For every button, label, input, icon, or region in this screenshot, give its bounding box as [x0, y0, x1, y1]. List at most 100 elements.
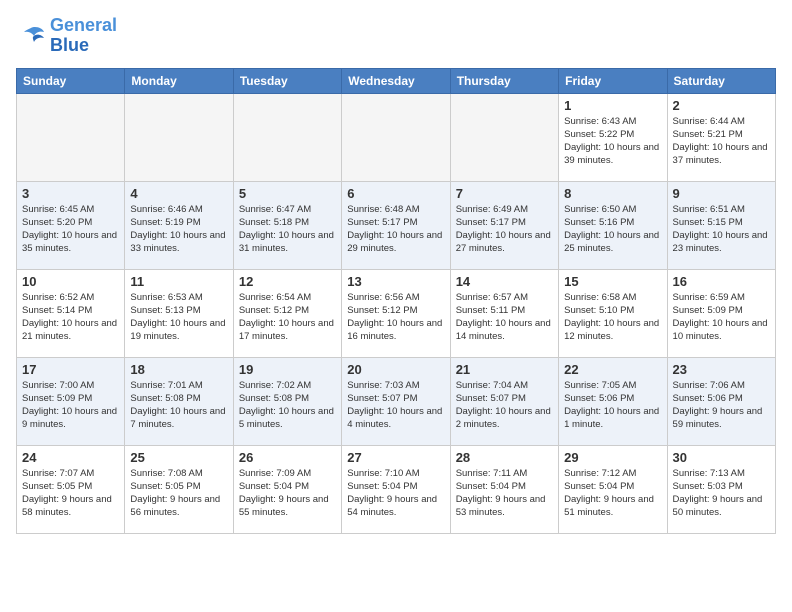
day-number: 17 [22, 362, 119, 377]
calendar-day-cell [233, 93, 341, 181]
day-info: Sunrise: 6:50 AM Sunset: 5:16 PM Dayligh… [564, 203, 661, 256]
calendar-day-cell [450, 93, 558, 181]
day-number: 22 [564, 362, 661, 377]
day-info: Sunrise: 6:48 AM Sunset: 5:17 PM Dayligh… [347, 203, 444, 256]
calendar-day-cell: 2 Sunrise: 6:44 AM Sunset: 5:21 PM Daylig… [667, 93, 775, 181]
weekday-header: Saturday [667, 68, 775, 93]
calendar-day-cell: 17 Sunrise: 7:00 AM Sunset: 5:09 PM Dayli… [17, 357, 125, 445]
day-number: 14 [456, 274, 553, 289]
calendar-day-cell: 9Sunrise: 6:51 AM Sunset: 5:15 PM Daylig… [667, 181, 775, 269]
calendar-week-row: 17 Sunrise: 7:00 AM Sunset: 5:09 PM Dayli… [17, 357, 776, 445]
weekday-header: Wednesday [342, 68, 450, 93]
calendar-day-cell: 7 Sunrise: 6:49 AM Sunset: 5:17 PM Daylig… [450, 181, 558, 269]
day-number: 29 [564, 450, 661, 465]
weekday-header: Thursday [450, 68, 558, 93]
day-number: 5 [239, 186, 336, 201]
day-info: Sunrise: 7:06 AM Sunset: 5:06 PM Dayligh… [673, 379, 770, 432]
logo: General Blue [16, 16, 117, 56]
calendar-day-cell [125, 93, 233, 181]
day-info: Sunrise: 7:11 AM Sunset: 5:04 PM Dayligh… [456, 467, 553, 520]
calendar-day-cell: 14 Sunrise: 6:57 AM Sunset: 5:11 PM Dayli… [450, 269, 558, 357]
calendar-day-cell [342, 93, 450, 181]
day-number: 30 [673, 450, 770, 465]
day-number: 18 [130, 362, 227, 377]
day-number: 23 [673, 362, 770, 377]
day-info: Sunrise: 6:45 AM Sunset: 5:20 PM Dayligh… [22, 203, 119, 256]
day-number: 15 [564, 274, 661, 289]
day-info: Sunrise: 6:56 AM Sunset: 5:12 PM Dayligh… [347, 291, 444, 344]
calendar-day-cell: 29 Sunrise: 7:12 AM Sunset: 5:04 PM Dayli… [559, 445, 667, 533]
weekday-header: Monday [125, 68, 233, 93]
day-number: 27 [347, 450, 444, 465]
calendar-day-cell: 12 Sunrise: 6:54 AM Sunset: 5:12 PM Dayli… [233, 269, 341, 357]
day-info: Sunrise: 6:44 AM Sunset: 5:21 PM Dayligh… [673, 115, 770, 168]
calendar-day-cell: 30 Sunrise: 7:13 AM Sunset: 5:03 PM Dayli… [667, 445, 775, 533]
day-info: Sunrise: 7:00 AM Sunset: 5:09 PM Dayligh… [22, 379, 119, 432]
day-number: 3 [22, 186, 119, 201]
calendar-table: SundayMondayTuesdayWednesdayThursdayFrid… [16, 68, 776, 534]
logo-icon [16, 24, 46, 48]
day-number: 10 [22, 274, 119, 289]
day-info: Sunrise: 6:46 AM Sunset: 5:19 PM Dayligh… [130, 203, 227, 256]
day-info: Sunrise: 7:05 AM Sunset: 5:06 PM Dayligh… [564, 379, 661, 432]
day-number: 2 [673, 98, 770, 113]
day-number: 25 [130, 450, 227, 465]
day-number: 13 [347, 274, 444, 289]
day-info: Sunrise: 6:54 AM Sunset: 5:12 PM Dayligh… [239, 291, 336, 344]
calendar-day-cell: 24Sunrise: 7:07 AM Sunset: 5:05 PM Dayli… [17, 445, 125, 533]
calendar-day-cell: 20 Sunrise: 7:03 AM Sunset: 5:07 PM Dayli… [342, 357, 450, 445]
day-number: 21 [456, 362, 553, 377]
day-number: 7 [456, 186, 553, 201]
day-number: 24 [22, 450, 119, 465]
weekday-header: Friday [559, 68, 667, 93]
day-info: Sunrise: 6:53 AM Sunset: 5:13 PM Dayligh… [130, 291, 227, 344]
day-info: Sunrise: 6:57 AM Sunset: 5:11 PM Dayligh… [456, 291, 553, 344]
calendar-day-cell: 15Sunrise: 6:58 AM Sunset: 5:10 PM Dayli… [559, 269, 667, 357]
calendar-day-cell: 4 Sunrise: 6:46 AM Sunset: 5:19 PM Daylig… [125, 181, 233, 269]
day-info: Sunrise: 6:47 AM Sunset: 5:18 PM Dayligh… [239, 203, 336, 256]
page-header: General Blue [16, 16, 776, 56]
calendar-day-cell: 10 Sunrise: 6:52 AM Sunset: 5:14 PM Dayli… [17, 269, 125, 357]
calendar-day-cell: 28 Sunrise: 7:11 AM Sunset: 5:04 PM Dayli… [450, 445, 558, 533]
day-number: 20 [347, 362, 444, 377]
calendar-day-cell: 13 Sunrise: 6:56 AM Sunset: 5:12 PM Dayli… [342, 269, 450, 357]
day-info: Sunrise: 7:01 AM Sunset: 5:08 PM Dayligh… [130, 379, 227, 432]
day-info: Sunrise: 7:03 AM Sunset: 5:07 PM Dayligh… [347, 379, 444, 432]
calendar-day-cell: 3 Sunrise: 6:45 AM Sunset: 5:20 PM Daylig… [17, 181, 125, 269]
calendar-day-cell: 25 Sunrise: 7:08 AM Sunset: 5:05 PM Dayli… [125, 445, 233, 533]
calendar-day-cell: 5 Sunrise: 6:47 AM Sunset: 5:18 PM Daylig… [233, 181, 341, 269]
calendar-day-cell: 26Sunrise: 7:09 AM Sunset: 5:04 PM Dayli… [233, 445, 341, 533]
calendar-header-row: SundayMondayTuesdayWednesdayThursdayFrid… [17, 68, 776, 93]
calendar-day-cell: 8 Sunrise: 6:50 AM Sunset: 5:16 PM Daylig… [559, 181, 667, 269]
calendar-week-row: 10 Sunrise: 6:52 AM Sunset: 5:14 PM Dayli… [17, 269, 776, 357]
day-number: 9 [673, 186, 770, 201]
calendar-day-cell: 1Sunrise: 6:43 AM Sunset: 5:22 PM Daylig… [559, 93, 667, 181]
calendar-day-cell: 27Sunrise: 7:10 AM Sunset: 5:04 PM Dayli… [342, 445, 450, 533]
day-info: Sunrise: 7:04 AM Sunset: 5:07 PM Dayligh… [456, 379, 553, 432]
calendar-week-row: 3 Sunrise: 6:45 AM Sunset: 5:20 PM Daylig… [17, 181, 776, 269]
day-number: 4 [130, 186, 227, 201]
day-info: Sunrise: 7:09 AM Sunset: 5:04 PM Dayligh… [239, 467, 336, 520]
day-info: Sunrise: 6:59 AM Sunset: 5:09 PM Dayligh… [673, 291, 770, 344]
day-info: Sunrise: 7:08 AM Sunset: 5:05 PM Dayligh… [130, 467, 227, 520]
day-info: Sunrise: 6:52 AM Sunset: 5:14 PM Dayligh… [22, 291, 119, 344]
day-info: Sunrise: 7:02 AM Sunset: 5:08 PM Dayligh… [239, 379, 336, 432]
day-info: Sunrise: 7:13 AM Sunset: 5:03 PM Dayligh… [673, 467, 770, 520]
calendar-day-cell: 19Sunrise: 7:02 AM Sunset: 5:08 PM Dayli… [233, 357, 341, 445]
day-number: 12 [239, 274, 336, 289]
day-number: 8 [564, 186, 661, 201]
calendar-day-cell: 22 Sunrise: 7:05 AM Sunset: 5:06 PM Dayli… [559, 357, 667, 445]
day-number: 1 [564, 98, 661, 113]
calendar-day-cell: 16 Sunrise: 6:59 AM Sunset: 5:09 PM Dayli… [667, 269, 775, 357]
day-number: 16 [673, 274, 770, 289]
calendar-day-cell: 6Sunrise: 6:48 AM Sunset: 5:17 PM Daylig… [342, 181, 450, 269]
day-info: Sunrise: 7:12 AM Sunset: 5:04 PM Dayligh… [564, 467, 661, 520]
calendar-day-cell: 18 Sunrise: 7:01 AM Sunset: 5:08 PM Dayli… [125, 357, 233, 445]
calendar-week-row: 1Sunrise: 6:43 AM Sunset: 5:22 PM Daylig… [17, 93, 776, 181]
day-info: Sunrise: 6:49 AM Sunset: 5:17 PM Dayligh… [456, 203, 553, 256]
calendar-day-cell: 23 Sunrise: 7:06 AM Sunset: 5:06 PM Dayli… [667, 357, 775, 445]
calendar-day-cell: 11Sunrise: 6:53 AM Sunset: 5:13 PM Dayli… [125, 269, 233, 357]
weekday-header: Sunday [17, 68, 125, 93]
day-number: 28 [456, 450, 553, 465]
logo-text: General Blue [50, 16, 117, 56]
